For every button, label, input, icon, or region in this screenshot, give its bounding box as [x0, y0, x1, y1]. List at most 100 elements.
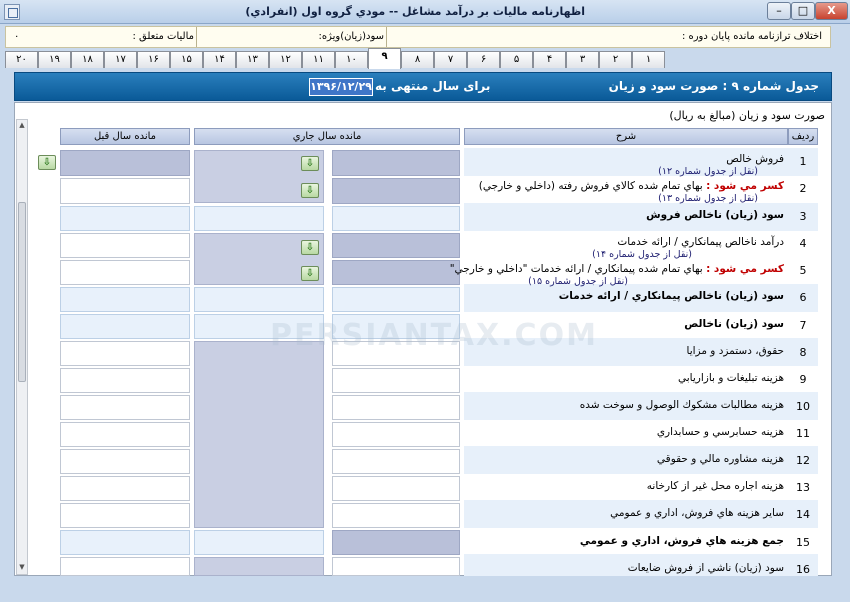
previous-year-input[interactable]: [60, 395, 190, 420]
current-year-subtotal: [194, 287, 324, 312]
previous-year-input[interactable]: [60, 449, 190, 474]
previous-year-input[interactable]: [60, 503, 190, 528]
tab-12[interactable]: ١٢: [269, 51, 302, 68]
current-year-input[interactable]: [332, 449, 460, 474]
previous-year-input[interactable]: [60, 557, 190, 576]
panel-subtitle: صورت سود و زيان (مبالغ به ريال): [669, 109, 825, 122]
scroll-down-icon[interactable]: ▼: [18, 563, 26, 573]
app-icon[interactable]: [4, 4, 20, 20]
balance-diff-label: اختلاف ترازنامه مانده پايان دوره :: [681, 31, 822, 42]
tab-10[interactable]: ١٠: [335, 51, 368, 68]
current-year-input[interactable]: [332, 368, 460, 393]
row-number: 9: [799, 373, 807, 386]
table-header-bar: جدول شماره ۹ : صورت سود و زيان براى سال …: [14, 72, 832, 101]
tab-13[interactable]: ١٣: [236, 51, 269, 68]
tab-3[interactable]: ٣: [566, 51, 599, 68]
row-description: سود (زيان) ناخالص فروش: [464, 209, 784, 222]
row-description: هزينه حسابرسي و حسابداري: [464, 426, 784, 439]
current-year-input[interactable]: [332, 530, 460, 555]
previous-year-input[interactable]: [60, 476, 190, 501]
green-down-arrow-icon[interactable]: ⇩: [301, 183, 319, 198]
row-description: سود (زيان) ناخالص پيمانكاري / ارائه خدما…: [464, 290, 784, 303]
window-title: اظهارنامه ماليات بر درآمد مشاغل -- مودي …: [245, 5, 585, 18]
tab-9[interactable]: ٩: [368, 48, 401, 69]
previous-year-input[interactable]: [60, 233, 190, 258]
current-year-input[interactable]: [332, 150, 460, 176]
vertical-scrollbar[interactable]: ▲ ▼: [16, 119, 28, 575]
tab-4[interactable]: ۴: [533, 51, 566, 68]
row-description: درآمد ناخالص پيمانكاري / ارائه خدمات (نق…: [464, 236, 784, 261]
tab-8[interactable]: ٨: [401, 51, 434, 68]
tab-18[interactable]: ١٨: [71, 51, 104, 68]
tab-20[interactable]: ٢٠: [5, 51, 38, 68]
current-year-input[interactable]: [332, 206, 460, 231]
tab-7[interactable]: ٧: [434, 51, 467, 68]
current-year-subtotal: [194, 557, 324, 576]
row-number: 13: [796, 481, 810, 494]
row-number: 11: [796, 427, 810, 440]
current-year-input[interactable]: [332, 422, 460, 447]
green-down-arrow-icon[interactable]: ⇩: [301, 156, 319, 171]
row-description: هزينه مطالبات مشكوك الوصول و سوخت شده: [464, 399, 784, 412]
tab-5[interactable]: ۵: [500, 51, 533, 68]
current-year-subtotal: [194, 530, 324, 555]
divider: [386, 27, 387, 47]
tab-17[interactable]: ١٧: [104, 51, 137, 68]
green-down-arrow-icon[interactable]: ⇩: [301, 266, 319, 281]
previous-year-input[interactable]: [60, 314, 190, 339]
row-description: هزينه اجاره محل غير از كارخانه: [464, 480, 784, 493]
previous-year-input[interactable]: [60, 368, 190, 393]
green-down-arrow-icon[interactable]: ⇩: [301, 240, 319, 255]
col-header-previous-year: مانده سال قبل: [60, 128, 190, 145]
current-year-input[interactable]: [332, 260, 460, 285]
current-year-input[interactable]: [332, 395, 460, 420]
tab-16[interactable]: ١۶: [137, 51, 170, 68]
row-number: 16: [796, 563, 810, 576]
row-source-note: (نقل از جدول شماره ١۵): [528, 276, 628, 287]
row-number: 10: [796, 400, 810, 413]
row-number: 2: [799, 182, 807, 195]
tab-15[interactable]: ١۵: [170, 51, 203, 68]
minimize-button[interactable]: –: [767, 2, 791, 20]
previous-year-input[interactable]: [60, 206, 190, 231]
tab-2[interactable]: ٢: [599, 51, 632, 68]
summary-strip: اختلاف ترازنامه مانده پايان دوره : سود(ز…: [5, 26, 831, 48]
previous-year-input[interactable]: [60, 422, 190, 447]
tab-11[interactable]: ١١: [302, 51, 335, 68]
tab-6[interactable]: ۶: [467, 51, 500, 68]
tab-14[interactable]: ١۴: [203, 51, 236, 68]
current-year-input[interactable]: [332, 557, 460, 576]
green-down-arrow-icon[interactable]: ⇩: [38, 155, 56, 170]
col-header-current-year: مانده سال جاري: [194, 128, 460, 145]
close-button[interactable]: X: [815, 2, 848, 20]
scroll-up-icon[interactable]: ▲: [18, 121, 26, 131]
scroll-thumb[interactable]: [18, 202, 26, 382]
previous-year-input[interactable]: [60, 287, 190, 312]
current-year-input[interactable]: [332, 233, 460, 258]
current-year-input[interactable]: [332, 287, 460, 312]
net-profit-label: سود(زيان)ويژه:: [318, 31, 384, 42]
row-title: سود (زيان) ناخالص پيمانكاري / ارائه خدما…: [558, 290, 784, 302]
previous-year-input[interactable]: [60, 341, 190, 366]
previous-year-input[interactable]: [60, 178, 190, 204]
tab-1[interactable]: ١: [632, 51, 665, 68]
row-title: هزينه مشاوره مالي و حقوقي: [656, 453, 784, 465]
current-year-input[interactable]: [332, 503, 460, 528]
tab-19[interactable]: ١٩: [38, 51, 71, 68]
fiscal-year-end-date[interactable]: ۱۳۹۶/۱۲/۲۹: [309, 78, 373, 96]
previous-year-input[interactable]: [60, 530, 190, 555]
row-description: هزينه مشاوره مالي و حقوقي: [464, 453, 784, 466]
current-year-input[interactable]: [332, 476, 460, 501]
current-year-input[interactable]: [332, 178, 460, 204]
row-source-note: (نقل از جدول شماره ١۴): [592, 249, 692, 260]
row-number: 14: [796, 508, 810, 521]
previous-year-input[interactable]: [60, 260, 190, 285]
table-title: جدول شماره ۹ : صورت سود و زيان: [608, 79, 819, 93]
maximize-button[interactable]: □: [791, 2, 815, 20]
row-source-note: (نقل از جدول شماره ١٢): [658, 166, 758, 177]
row-description: جمع هزينه هاي فروش، اداري و عمومي: [464, 535, 784, 548]
row-title: درآمد ناخالص پيمانكاري / ارائه خدمات: [617, 236, 784, 248]
previous-year-input[interactable]: [60, 150, 190, 176]
row-source-note: (نقل از جدول شماره ١٣): [658, 193, 758, 204]
row-number: 6: [799, 291, 807, 304]
